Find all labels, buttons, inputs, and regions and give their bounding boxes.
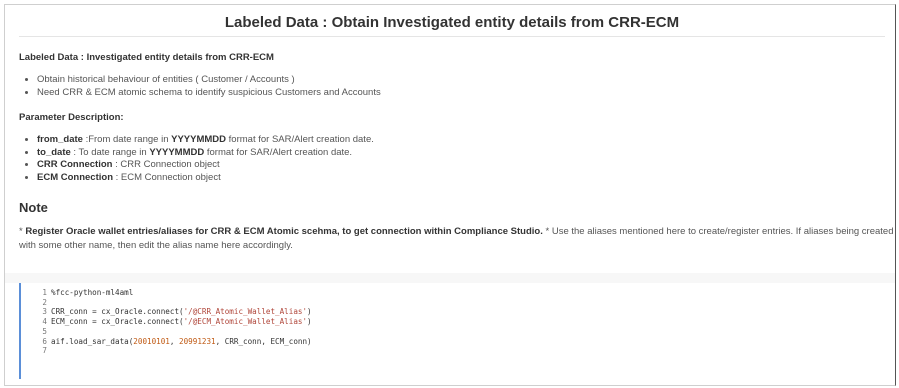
code-text: %fcc-python-ml4aml [51, 288, 134, 297]
code-line: 4 ECM_conn = cx_Oracle.connect('/@ECM_Ato… [33, 317, 887, 327]
param-format: YYYYMMDD [149, 146, 205, 158]
title-divider [19, 36, 885, 37]
bullet-list: Obtain historical behaviour of entities … [19, 74, 381, 99]
param-desc: : To date range in [70, 146, 150, 158]
code-cell[interactable]: 1 %fcc-python-ml4aml 2 3 CRR_conn = cx_Ora… [19, 283, 887, 379]
param-heading: Parameter Description: [19, 112, 124, 123]
code-number: 20010101 [133, 336, 170, 346]
param-name: from_date [37, 134, 83, 145]
code-line: 7 [33, 346, 887, 356]
line-number: 4 [42, 317, 47, 327]
note-heading: Note [19, 200, 48, 215]
param-desc-tail: format for SAR/Alert creation date. [204, 146, 353, 158]
cell-title: Labeled Data : Obtain Investigated entit… [224, 14, 680, 31]
list-item: ECM Connection : ECM Connection object [37, 172, 374, 185]
param-list: from_date :From date range in YYYYMMDD f… [19, 134, 374, 184]
code-number: 20991231 [179, 336, 216, 346]
code-text: ECM_conn = cx_Oracle.connect( [51, 317, 184, 327]
param-desc: : CRR Connection object [112, 159, 220, 170]
param-name: to_date [37, 146, 71, 158]
list-item: from_date :From date range in YYYYMMDD f… [37, 134, 374, 147]
code-string: '/@ECM_Atomic_Wallet_Alias' [183, 317, 308, 327]
line-number: 7 [42, 346, 47, 356]
code-line: 5 [33, 327, 887, 337]
section-heading: Labeled Data : Investigated entity detai… [19, 52, 274, 63]
line-number: 1 [42, 288, 47, 297]
line-number: 6 [42, 336, 47, 346]
code-text: , [169, 336, 180, 346]
param-desc: : ECM Connection object [113, 171, 221, 183]
code-string: '/@CRR_Atomic_Wallet_Alias' [183, 307, 308, 317]
param-format: YYYYMMDD [171, 134, 227, 145]
list-item: CRR Connection : CRR Connection object [37, 159, 374, 172]
line-number: 2 [42, 297, 47, 307]
line-number: 3 [42, 307, 47, 317]
code-text: ) [307, 317, 312, 327]
list-item: to_date : To date range in YYYYMMDD form… [37, 147, 374, 160]
param-name: ECM Connection [37, 171, 113, 183]
note-bold: Register Oracle wallet entries/aliases f… [25, 226, 543, 237]
code-text: , CRR_conn, ECM_conn) [215, 336, 312, 346]
code-line: 2 [33, 298, 887, 308]
list-item: Obtain historical behaviour of entities … [37, 74, 381, 87]
code-line: 3 CRR_conn = cx_Oracle.connect('/@CRR_Ato… [33, 307, 887, 317]
code-line: 6 aif.load_sar_data(20010101, 20991231, C… [33, 337, 887, 347]
param-desc: :From date range in [82, 134, 172, 145]
markdown-cell[interactable]: Labeled Data : Obtain Investigated entit… [19, 5, 894, 251]
list-item: Need CRR & ECM atomic schema to identify… [37, 87, 381, 100]
code-text: ) [307, 307, 312, 317]
line-number: 5 [42, 326, 47, 336]
note-text: * Register Oracle wallet entries/aliases… [19, 225, 894, 253]
param-name: CRR Connection [37, 159, 113, 170]
code-line: 1 %fcc-python-ml4aml [33, 288, 887, 298]
code-text: aif.load_sar_data( [51, 336, 134, 346]
param-desc-tail: format for SAR/Alert creation date. [226, 134, 374, 145]
code-text: CRR_conn = cx_Oracle.connect( [51, 307, 184, 317]
cell-separator [5, 273, 895, 283]
notebook-frame: Labeled Data : Obtain Investigated entit… [4, 4, 896, 386]
